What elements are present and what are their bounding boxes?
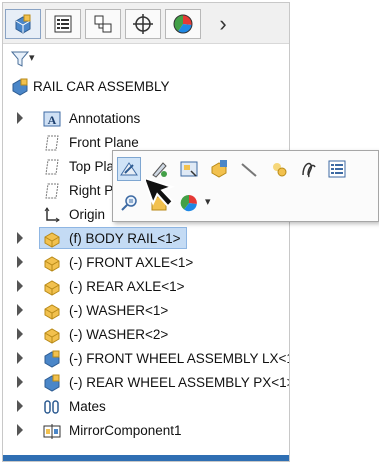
part-icon <box>44 304 60 320</box>
make-transparent-icon <box>302 162 316 178</box>
tree-root-label: RAIL CAR ASSEMBLY <box>33 79 170 94</box>
edit-part-button[interactable] <box>117 157 141 181</box>
panel-bottom-strip <box>3 455 289 461</box>
display-manager-tab[interactable] <box>165 9 201 39</box>
tree-item-annotations[interactable]: A Annotations <box>3 107 289 131</box>
annotations-icon: A <box>43 111 61 127</box>
expand-arrow-icon[interactable] <box>17 400 23 412</box>
isolate-button[interactable] <box>267 157 291 181</box>
tree-item-body-rail[interactable]: (f) BODY RAIL<1> <box>3 227 289 251</box>
tree-item-label: (f) BODY RAIL<1> <box>69 231 181 246</box>
mates-icon <box>44 400 59 414</box>
propertymanager-tab[interactable] <box>45 9 81 39</box>
color-wheel-icon <box>173 14 193 34</box>
expand-arrow-icon[interactable] <box>17 280 23 292</box>
component-properties-icon <box>211 160 227 178</box>
tree-item-front-wheel-assembly[interactable]: (-) FRONT WHEEL ASSEMBLY LX<1> <box>3 347 289 371</box>
tree-item-label: Front Plane <box>69 135 139 150</box>
chevron-right-icon: › <box>219 11 227 36</box>
tree-item-label: (-) WASHER<2> <box>69 327 169 342</box>
isolate-icon <box>273 163 287 177</box>
tree-item-mates[interactable]: Mates <box>3 395 289 419</box>
assembly-icon <box>15 14 31 34</box>
tree-item-label: (-) FRONT AXLE<1> <box>69 255 194 270</box>
part-icon <box>44 328 60 344</box>
expand-arrow-icon[interactable] <box>17 232 23 244</box>
tree-root[interactable]: RAIL CAR ASSEMBLY <box>3 75 289 99</box>
mirror-component-icon <box>43 424 61 439</box>
subassembly-icon <box>44 374 60 392</box>
zoom-to-selection-button[interactable] <box>117 191 141 215</box>
featuremanager-tab[interactable] <box>5 9 41 39</box>
expand-arrow-icon[interactable] <box>17 112 23 124</box>
plane-icon <box>45 135 59 151</box>
configuration-icon <box>94 15 112 33</box>
crosshair-icon <box>133 14 153 34</box>
filter-icon <box>11 51 29 67</box>
list-icon <box>328 160 346 178</box>
list-button[interactable] <box>325 157 349 181</box>
tree-item-rear-wheel-assembly[interactable]: (-) REAR WHEEL ASSEMBLY PX<1> <box>3 371 289 395</box>
tree-item-mirrorcomponent1[interactable]: MirrorComponent1 <box>3 419 289 443</box>
tree-item-label: Annotations <box>69 111 141 126</box>
expand-arrow-icon[interactable] <box>17 352 23 364</box>
tree-item-label: Origin <box>69 207 106 222</box>
expand-arrow-icon[interactable] <box>17 328 23 340</box>
part-icon <box>44 280 60 296</box>
tree-item-washer-1[interactable]: (-) WASHER<1> <box>3 299 289 323</box>
configurationmanager-tab[interactable] <box>85 9 121 39</box>
tree-item-front-axle[interactable]: (-) FRONT AXLE<1> <box>3 251 289 275</box>
mouse-cursor-icon <box>146 176 175 208</box>
expand-arrow-icon[interactable] <box>17 424 23 436</box>
property-list-icon <box>54 15 72 33</box>
dimxpert-tab[interactable] <box>125 9 161 39</box>
tree-item-label: (-) REAR WHEEL ASSEMBLY PX<1> <box>69 375 290 390</box>
tree-item-label: Right P <box>69 183 114 198</box>
chevron-down-icon: ▾ <box>29 52 35 64</box>
more-tabs[interactable]: › <box>205 9 241 39</box>
subassembly-icon <box>44 350 60 368</box>
featuremanager-panel: › ▾ RAIL CAR ASSEMBLY A Annotations Fron… <box>2 2 290 462</box>
part-icon <box>44 256 60 272</box>
zoom-to-selection-icon <box>121 195 137 211</box>
hide-components-icon <box>241 163 257 177</box>
expand-arrow-icon[interactable] <box>17 304 23 316</box>
tree-item-label: (-) FRONT WHEEL ASSEMBLY LX<1> <box>69 351 290 366</box>
origin-icon <box>44 207 60 223</box>
plane-icon <box>45 183 59 199</box>
filter-row: ▾ <box>3 44 289 74</box>
expand-arrow-icon[interactable] <box>17 376 23 388</box>
tree-item-label: (-) WASHER<1> <box>69 303 169 318</box>
assembly-icon <box>12 78 28 96</box>
manager-tab-bar: › <box>3 3 289 44</box>
edit-part-icon <box>120 162 138 176</box>
tree-item-label: (-) REAR AXLE<1> <box>69 279 185 294</box>
tree-item-washer-2[interactable]: (-) WASHER<2> <box>3 323 289 347</box>
part-icon <box>44 232 60 248</box>
component-properties-button[interactable] <box>207 157 231 181</box>
plane-icon <box>45 159 59 175</box>
make-transparent-button[interactable] <box>297 157 321 181</box>
tree-item-label: Top Pla <box>69 159 115 174</box>
tree-item-label: MirrorComponent1 <box>69 423 182 438</box>
svg-text:A: A <box>48 113 57 127</box>
expand-arrow-icon[interactable] <box>17 256 23 268</box>
tree-item-label: Mates <box>69 399 106 414</box>
tree-item-rear-axle[interactable]: (-) REAR AXLE<1> <box>3 275 289 299</box>
appearance-dropdown-icon[interactable]: ▾ <box>205 195 211 208</box>
hide-components-button[interactable] <box>237 157 261 181</box>
filter-button[interactable]: ▾ <box>11 50 41 70</box>
